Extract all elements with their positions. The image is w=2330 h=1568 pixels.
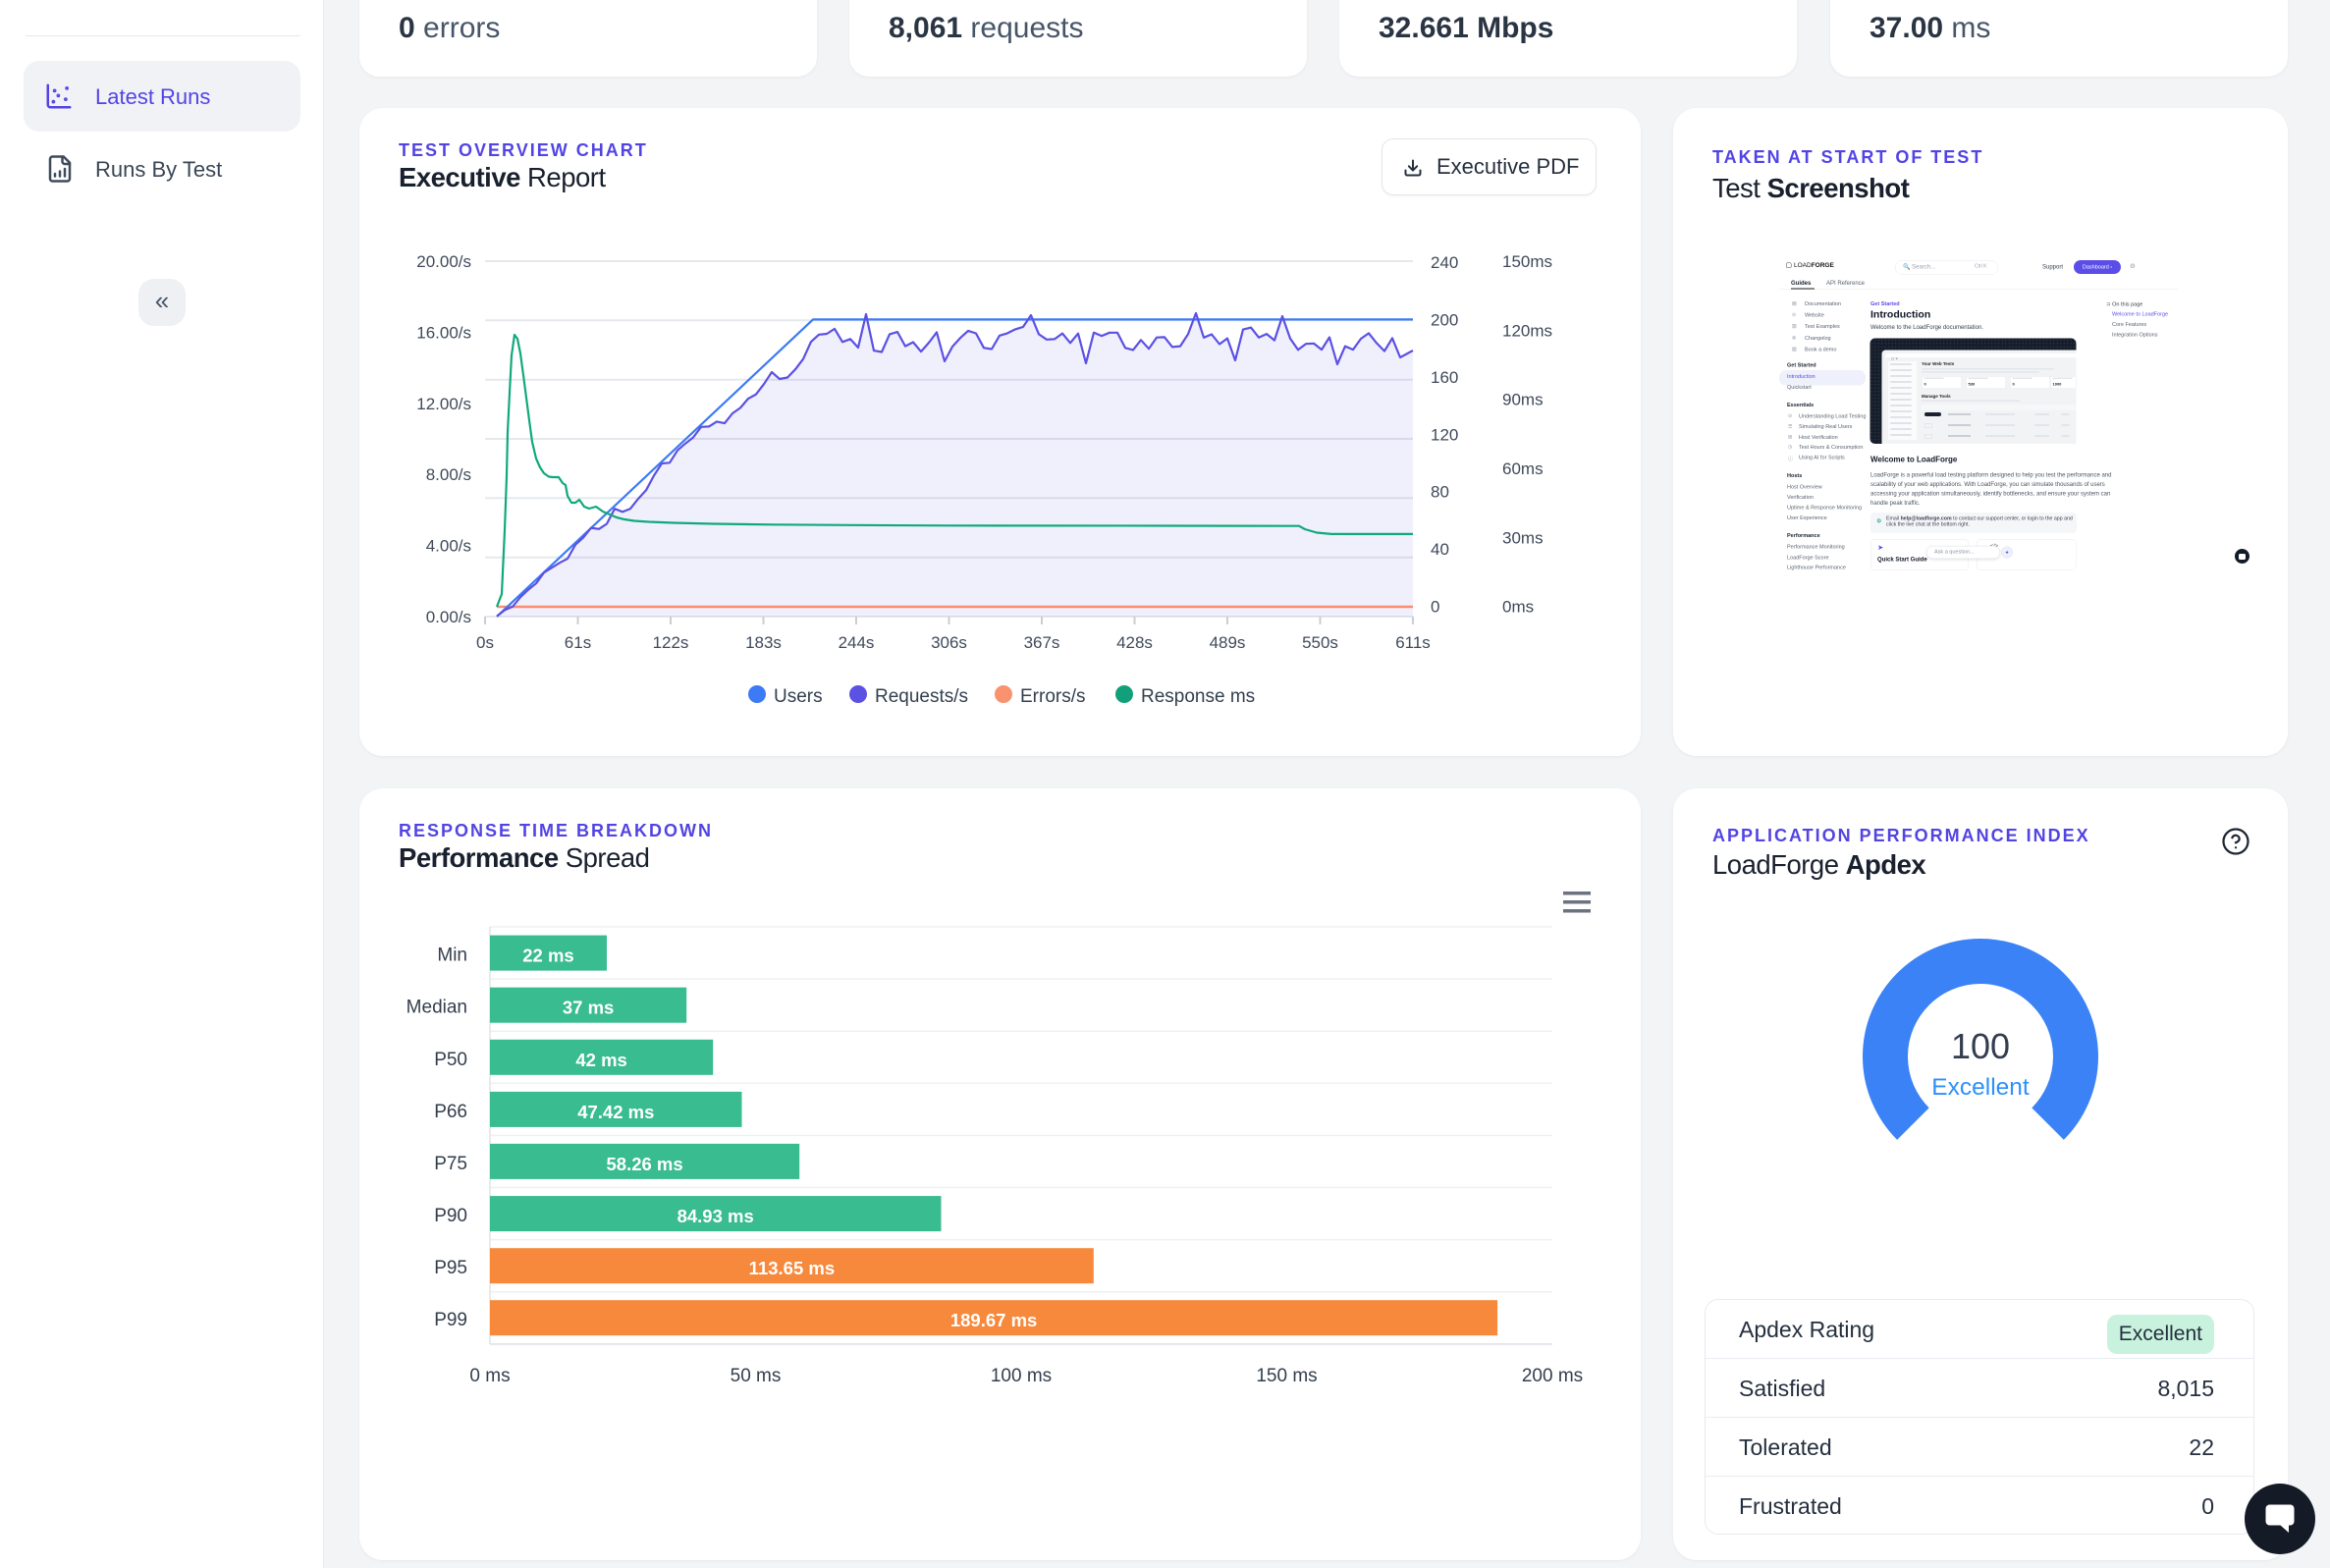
svg-text:58.26 ms: 58.26 ms	[607, 1154, 683, 1174]
svg-text:240: 240	[1431, 253, 1458, 272]
svg-text:30ms: 30ms	[1502, 528, 1544, 547]
svg-text:80: 80	[1431, 483, 1449, 502]
svg-text:Min: Min	[437, 946, 467, 966]
svg-text:37 ms: 37 ms	[563, 998, 614, 1018]
svg-text:22 ms: 22 ms	[522, 946, 573, 966]
svg-text:Users: Users	[774, 686, 823, 707]
svg-text:Errors/s: Errors/s	[1020, 686, 1086, 707]
svg-text:90ms: 90ms	[1502, 391, 1544, 409]
svg-text:428s: 428s	[1116, 633, 1153, 652]
svg-text:47.42 ms: 47.42 ms	[577, 1102, 654, 1122]
svg-text:100 ms: 100 ms	[991, 1366, 1052, 1386]
svg-text:150 ms: 150 ms	[1256, 1366, 1317, 1386]
svg-text:120: 120	[1431, 425, 1458, 444]
svg-text:200 ms: 200 ms	[1522, 1366, 1583, 1386]
svg-text:113.65 ms: 113.65 ms	[749, 1258, 835, 1278]
svg-text:189.67 ms: 189.67 ms	[950, 1310, 1037, 1330]
svg-text:Median: Median	[406, 998, 467, 1018]
svg-text:P66: P66	[434, 1102, 467, 1122]
svg-text:P99: P99	[434, 1310, 467, 1330]
svg-text:20.00/s: 20.00/s	[416, 252, 471, 271]
svg-text:P50: P50	[434, 1050, 467, 1070]
svg-text:60ms: 60ms	[1502, 460, 1544, 478]
svg-text:0ms: 0ms	[1502, 598, 1534, 617]
svg-text:0: 0	[1431, 598, 1439, 617]
svg-text:0.00/s: 0.00/s	[426, 608, 471, 626]
svg-text:8.00/s: 8.00/s	[426, 465, 471, 484]
svg-text:12.00/s: 12.00/s	[416, 395, 471, 413]
svg-text:P75: P75	[434, 1154, 467, 1174]
svg-text:183s: 183s	[745, 633, 782, 652]
svg-text:306s: 306s	[931, 633, 967, 652]
svg-text:Excellent: Excellent	[1931, 1074, 2030, 1101]
svg-text:100: 100	[1951, 1026, 2010, 1066]
svg-text:16.00/s: 16.00/s	[416, 323, 471, 342]
svg-text:0s: 0s	[476, 633, 494, 652]
svg-text:150ms: 150ms	[1502, 252, 1552, 271]
svg-text:0 ms: 0 ms	[469, 1366, 510, 1386]
svg-text:122s: 122s	[653, 633, 689, 652]
svg-text:120ms: 120ms	[1502, 321, 1552, 340]
svg-text:489s: 489s	[1210, 633, 1246, 652]
svg-text:Requests/s: Requests/s	[875, 686, 968, 707]
svg-text:84.93 ms: 84.93 ms	[677, 1206, 754, 1226]
svg-text:50 ms: 50 ms	[731, 1366, 782, 1386]
svg-text:42 ms: 42 ms	[575, 1050, 626, 1070]
svg-text:200: 200	[1431, 310, 1458, 329]
svg-text:244s: 244s	[839, 633, 875, 652]
svg-text:611s: 611s	[1395, 633, 1431, 652]
svg-text:Response ms: Response ms	[1141, 686, 1255, 707]
svg-text:P90: P90	[434, 1206, 467, 1226]
svg-text:40: 40	[1431, 540, 1449, 559]
svg-text:367s: 367s	[1024, 633, 1060, 652]
svg-text:61s: 61s	[565, 633, 591, 652]
svg-text:P95: P95	[434, 1258, 467, 1278]
svg-text:4.00/s: 4.00/s	[426, 537, 471, 556]
svg-text:550s: 550s	[1302, 633, 1338, 652]
svg-text:160: 160	[1431, 368, 1458, 387]
